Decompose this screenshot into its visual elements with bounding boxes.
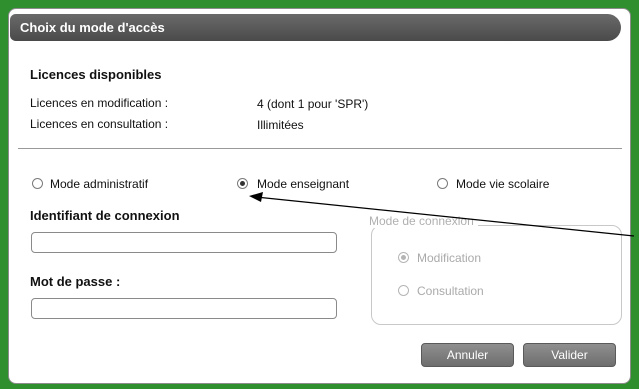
mode-administratif-radio[interactable] [32,178,43,189]
connexion-modification-radio[interactable] [398,252,409,263]
password-label: Mot de passe : [30,274,121,289]
mode-administratif-label: Mode administratif [50,177,149,191]
identifiant-label: Identifiant de connexion [30,208,180,223]
connexion-modification-label: Modification [417,251,482,265]
identifiant-input[interactable] [31,232,337,253]
connexion-mode-legend: Mode de connexion [369,214,478,228]
password-input[interactable] [31,298,337,319]
mode-vie-scolaire-radio[interactable] [437,178,448,189]
dialog-titlebar: Choix du mode d'accès [10,14,621,41]
licences-modification-value: 4 (dont 1 pour 'SPR') [257,97,369,111]
mode-enseignant-radio[interactable] [237,178,248,189]
licences-modification-label: Licences en modification : [30,96,169,110]
connexion-consultation-label: Consultation [417,284,484,298]
validate-button[interactable]: Valider [523,343,616,367]
section-divider [18,148,622,149]
mode-vie-scolaire-label: Mode vie scolaire [456,177,550,191]
connexion-consultation-radio[interactable] [398,285,409,296]
dialog-title: Choix du mode d'accès [20,20,165,35]
connexion-mode-group [371,225,622,325]
licences-consultation-label: Licences en consultation : [30,117,169,131]
access-mode-dialog [8,8,631,384]
licences-heading: Licences disponibles [30,67,162,82]
mode-enseignant-label: Mode enseignant [257,177,350,191]
licences-consultation-value: Illimitées [257,118,304,132]
cancel-button[interactable]: Annuler [421,343,514,367]
